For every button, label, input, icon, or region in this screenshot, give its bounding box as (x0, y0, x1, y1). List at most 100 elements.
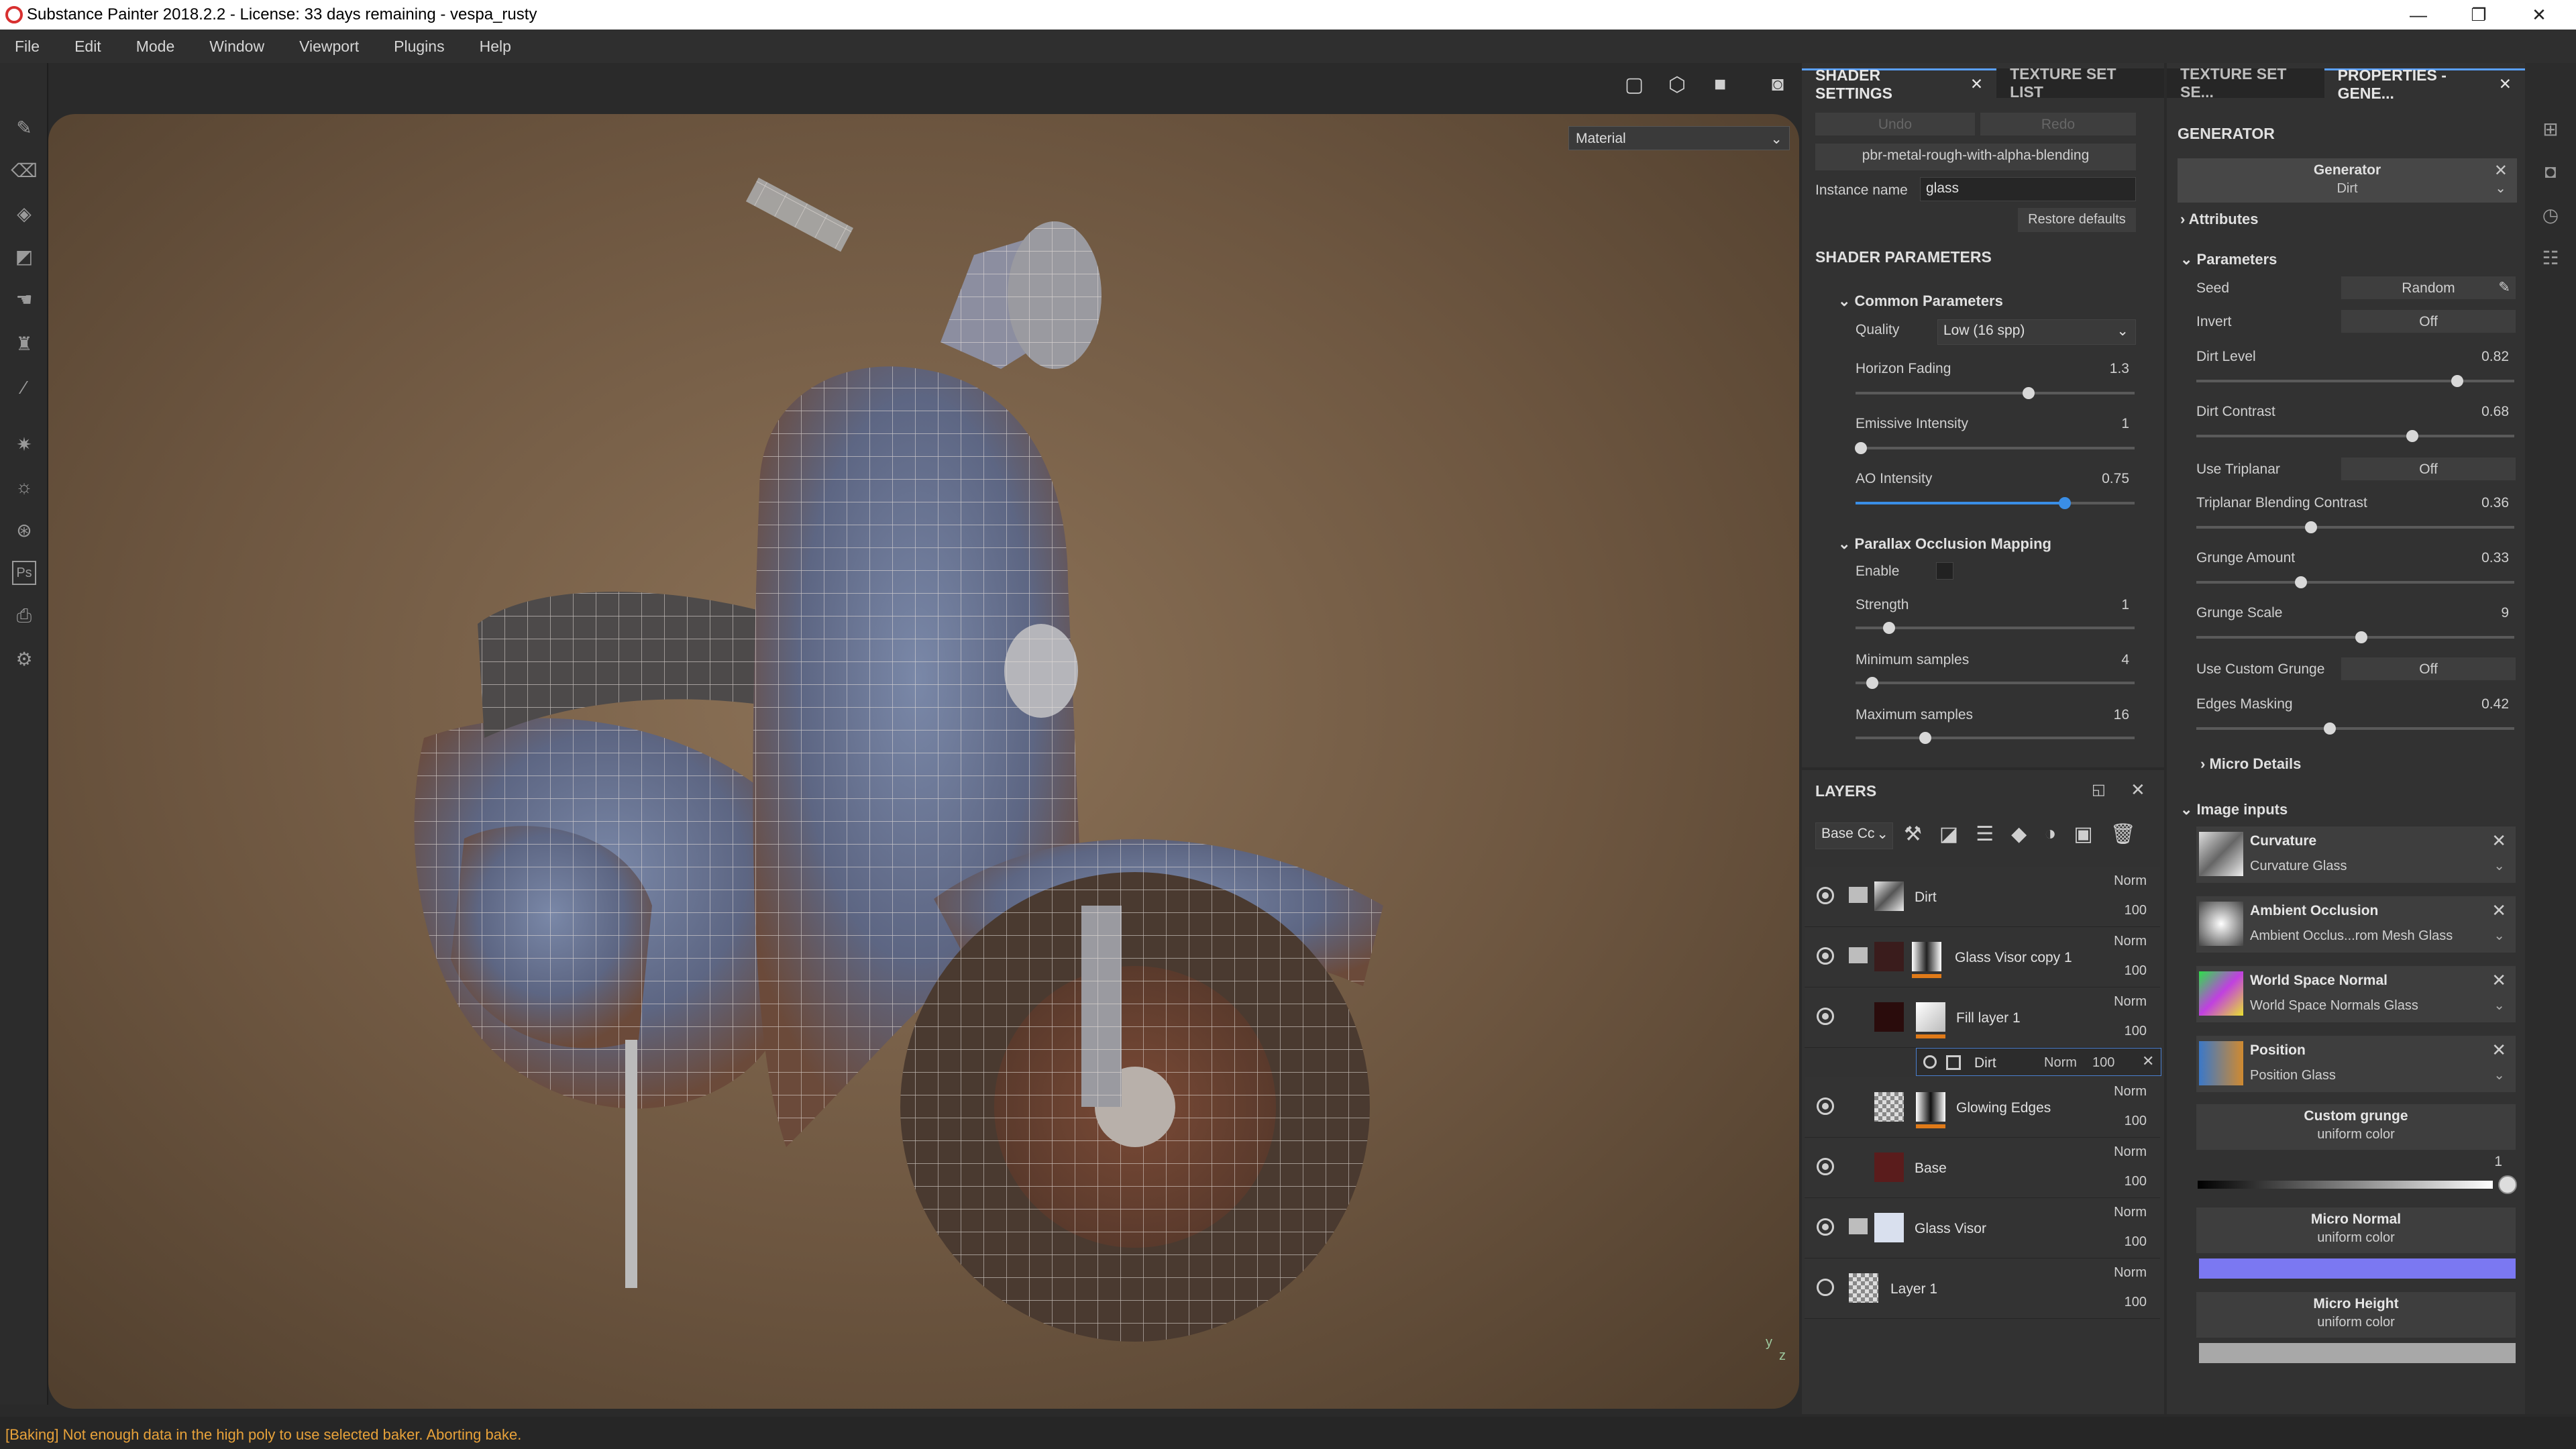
redo-button[interactable]: Redo (1980, 113, 2136, 136)
blend-mode-select[interactable]: Norm (2114, 1144, 2147, 1160)
instance-name-field[interactable]: glass (1920, 177, 2136, 201)
parameters-section[interactable]: ⌄ Parameters (2180, 251, 2277, 268)
blend-mode-select[interactable]: Norm (2114, 934, 2147, 949)
dirt-level-slider[interactable] (2196, 375, 2514, 387)
3d-viewport[interactable]: y z (48, 114, 1799, 1409)
slider-handle[interactable] (2324, 722, 2337, 735)
visibility-eye-icon[interactable] (1923, 1055, 1937, 1069)
add-generator-icon[interactable]: ◑ (2044, 822, 2056, 846)
opacity-value[interactable]: 100 (2125, 1234, 2147, 1250)
projection-icon[interactable]: ◈ (12, 201, 36, 225)
menu-viewport[interactable]: Viewport (299, 38, 359, 56)
history-icon[interactable]: ◷ (2538, 203, 2563, 227)
dirt-contrast-slider[interactable] (2196, 430, 2514, 442)
layer-row[interactable]: Glass Visor Norm 100 (1805, 1198, 2160, 1258)
edges-masking-slider[interactable] (2196, 722, 2514, 735)
undo-button[interactable]: Undo (1815, 113, 1975, 136)
attributes-section[interactable]: › Attributes (2180, 211, 2259, 228)
close-icon[interactable]: ✕ (2491, 830, 2506, 851)
micro-normal-color-swatch[interactable] (2199, 1258, 2516, 1279)
parallax-section[interactable]: ⌄ Parallax Occlusion Mapping (1838, 535, 2051, 553)
max-samples-slider[interactable] (1856, 732, 2135, 744)
image-input-world-space-normal[interactable]: World Space Normal World Space Normals G… (2196, 966, 2516, 1022)
restore-defaults-button[interactable]: Restore defaults (2018, 208, 2136, 232)
close-window-button[interactable]: ✕ (2509, 0, 2569, 30)
maximize-button[interactable]: ❐ (2449, 0, 2509, 30)
color-picker-icon[interactable] (2498, 1175, 2517, 1194)
seed-random-button[interactable]: Random ✎ (2341, 276, 2516, 299)
chevron-down-icon[interactable]: ⌄ (2493, 927, 2505, 944)
export-icon[interactable]: ⎙ (12, 604, 36, 628)
shader-select-button[interactable]: pbr-metal-rough-with-alpha-blending (1815, 144, 2136, 170)
grunge-amount-slider[interactable] (2196, 576, 2514, 588)
opacity-value[interactable]: 100 (2125, 1295, 2147, 1310)
polygon-fill-icon[interactable]: ◩ (12, 244, 36, 268)
layer-row[interactable]: Dirt Norm 100 (1805, 867, 2160, 927)
slider-handle[interactable] (2304, 521, 2317, 533)
slider-handle[interactable] (1919, 732, 1931, 744)
quality-select[interactable]: Low (16 spp) ⌄ (1937, 319, 2136, 345)
micro-height-color-swatch[interactable] (2199, 1343, 2516, 1363)
blend-mode-select[interactable]: Norm (2114, 873, 2147, 889)
tab-texture-set-list[interactable]: TEXTURE SET LIST (1996, 65, 2164, 101)
blend-mode-select[interactable]: Norm (2114, 1265, 2147, 1281)
tab-shader-settings[interactable]: SHADER SETTINGS ✕ (1802, 66, 1997, 102)
add-effect-icon[interactable]: ⚒ (1904, 822, 1922, 846)
use-triplanar-toggle[interactable]: Off (2341, 458, 2516, 480)
strength-slider[interactable] (1856, 622, 2135, 634)
menu-plugins[interactable]: Plugins (394, 38, 444, 56)
blend-mode-select[interactable]: Norm (2114, 1205, 2147, 1220)
layer-row[interactable]: Glass Visor copy 1 Norm 100 (1805, 927, 2160, 987)
close-icon[interactable]: ✕ (2491, 1040, 2506, 1061)
image-input-position[interactable]: Position Position Glass ✕ ⌄ (2196, 1036, 2516, 1092)
menu-help[interactable]: Help (480, 38, 511, 56)
layer-row[interactable]: Glowing Edges Norm 100 (1805, 1077, 2160, 1138)
opacity-value[interactable]: 100 (2125, 903, 2147, 918)
photoshop-icon[interactable]: Ps (12, 561, 36, 585)
settings-icon[interactable]: ⚙ (12, 647, 36, 671)
minimize-button[interactable]: — (2388, 0, 2449, 30)
delete-layer-icon[interactable]: 🗑 (2110, 822, 2136, 846)
brush-icon[interactable]: ✎ (12, 115, 36, 140)
visibility-eye-icon[interactable] (1817, 1279, 1834, 1296)
menu-mode[interactable]: Mode (136, 38, 175, 56)
emissive-intensity-slider[interactable] (1855, 442, 2135, 454)
slider-handle[interactable] (2022, 387, 2035, 399)
close-icon[interactable]: ✕ (1970, 75, 1983, 93)
slider-handle[interactable] (1866, 677, 1878, 689)
slider-handle[interactable] (2059, 497, 2071, 509)
tab-texture-set-settings[interactable]: TEXTURE SET SE... (2167, 65, 2324, 101)
layer-row[interactable]: Fill layer 1 Norm 100 (1805, 987, 2160, 1048)
tab-properties[interactable]: PROPERTIES - GENE... ✕ (2324, 66, 2525, 102)
pencil-icon[interactable]: ✎ (2498, 279, 2510, 296)
material-channel-select[interactable]: Material ⌄ (1568, 126, 1790, 150)
close-icon[interactable]: ✕ (2491, 900, 2506, 921)
image-input-curvature[interactable]: Curvature Curvature Glass ✕ ⌄ (2196, 826, 2516, 883)
close-icon[interactable]: ✕ (2499, 75, 2512, 93)
add-fill-layer-icon[interactable]: ◆ (2011, 822, 2027, 846)
triplanar-blending-slider[interactable] (2196, 521, 2514, 533)
picker-icon[interactable]: ⁄ (12, 376, 36, 400)
channel-select[interactable]: Base Cc ⌄ (1815, 822, 1893, 849)
blend-mode-select[interactable]: Norm (2114, 994, 2147, 1010)
menu-edit[interactable]: Edit (74, 38, 101, 56)
float-panel-icon[interactable]: ◱ (2092, 781, 2106, 798)
opacity-value[interactable]: 100 (2125, 1174, 2147, 1189)
shelf-panel-icon[interactable]: ⊞ (2538, 117, 2563, 141)
clone-icon[interactable]: ♜ (12, 331, 36, 356)
opacity-value[interactable]: 100 (2092, 1055, 2114, 1071)
blend-mode-select[interactable]: Norm (2114, 1084, 2147, 1099)
menu-window[interactable]: Window (209, 38, 264, 56)
bake-icon[interactable]: ✷ (12, 432, 36, 456)
chevron-down-icon[interactable]: ⌄ (2493, 1067, 2505, 1083)
smudge-icon[interactable]: ☚ (12, 287, 36, 311)
grayscale-gradient-slider[interactable] (2198, 1181, 2493, 1189)
slider-handle[interactable] (2451, 375, 2463, 387)
visibility-eye-icon[interactable] (1817, 887, 1834, 904)
menu-file[interactable]: File (15, 38, 40, 56)
effect-row[interactable]: Dirt Norm 100 ✕ (1916, 1048, 2161, 1076)
layer-row[interactable]: Layer 1 Norm 100 (1805, 1258, 2160, 1319)
visibility-eye-icon[interactable] (1817, 1158, 1834, 1175)
custom-grunge-input[interactable]: Custom grunge uniform color (2196, 1104, 2516, 1150)
log-icon[interactable]: ☷ (2538, 246, 2563, 270)
